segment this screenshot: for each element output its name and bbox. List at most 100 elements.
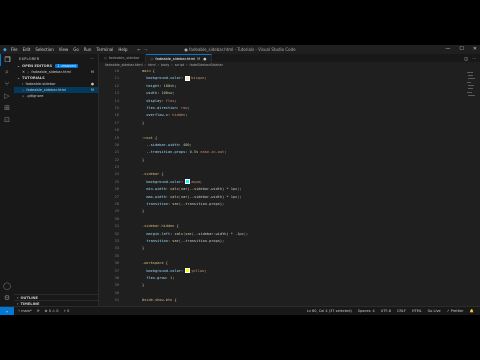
code-line[interactable]: 35 (99, 253, 480, 260)
code-token: hidden (172, 113, 186, 118)
open-editor-item[interactable]: ✕ ◇ fadeable_sidebar.html M (14, 69, 98, 75)
account-icon[interactable]: ◯ (0, 280, 14, 292)
code-line[interactable]: 22 } (99, 157, 480, 164)
tree-item-file[interactable]: ◆ .gitignore (14, 93, 98, 99)
code-line[interactable]: 34 } (99, 245, 480, 252)
code-token: background-color (146, 76, 181, 81)
sync-icon[interactable]: ⟳ (37, 309, 40, 313)
code-line[interactable]: 26 min-width: calc(var(--sidebar-width) … (99, 186, 480, 193)
encoding[interactable]: UTF-8 (381, 309, 391, 313)
folder-label: TUTORIALS (22, 76, 45, 80)
code-token: transition (146, 202, 168, 207)
ports-indicator[interactable]: ⚡ 0 (64, 309, 70, 313)
code-line[interactable]: 10 main { (99, 68, 480, 75)
settings-icon[interactable]: ⚙ (0, 292, 14, 304)
breadcrumb-item[interactable]: script (175, 63, 184, 67)
code-line[interactable]: 11 background-color: bisque; (99, 75, 480, 82)
files-icon[interactable]: ❐ (0, 54, 14, 66)
remote-icon[interactable]: ⊡ (0, 114, 14, 126)
code-line[interactable]: 38 flex-grow: 1; (99, 275, 480, 282)
code-token: 100vh (163, 83, 175, 88)
code-line[interactable]: 40 (99, 290, 480, 297)
code-line[interactable]: 28 transition: var(--transition-props); (99, 201, 480, 208)
breadcrumb-item[interactable]: fadeable_sidebar.html (105, 63, 143, 67)
split-editor-icon[interactable]: ◫ (464, 56, 468, 61)
code-line[interactable]: 36 .workspace { (99, 260, 480, 267)
code-line[interactable]: 29 } (99, 208, 480, 215)
code-token: { (174, 224, 179, 229)
code-line[interactable]: 16 overflow-x: hidden; (99, 112, 480, 119)
search-icon[interactable]: ⌕ (0, 66, 14, 78)
notifications-icon[interactable]: 🔔 (470, 309, 474, 313)
code-line[interactable]: 14 display: flex; (99, 98, 480, 105)
breadcrumb-item[interactable]: html (148, 63, 156, 67)
close-icon[interactable]: ✕ (22, 70, 25, 74)
language-mode[interactable]: HTML (412, 309, 422, 313)
code-line[interactable]: 23 (99, 164, 480, 171)
line-number: 36 (114, 261, 119, 266)
breadcrumb-separator-icon: › (144, 63, 146, 67)
branch-indicator[interactable]: ⑂ main* (18, 309, 32, 313)
tab-label: fadeable_sidebar (108, 56, 140, 60)
close-icon[interactable]: ● (203, 57, 206, 61)
end-of-line[interactable]: CRLF (397, 309, 406, 313)
tab-fadeable-sidebar[interactable]: ◇ fadeable_sidebar (99, 54, 146, 62)
code-editor[interactable]: 10 main {11 background-color: bisque; 12 … (99, 68, 480, 315)
problems-indicator[interactable]: ⊗ 0 ⚠ 0 (45, 309, 59, 313)
code-token: background-color (146, 268, 181, 273)
code-text: width: 100vw; (129, 90, 174, 97)
code-line[interactable]: 37 background-color: yellow; (99, 268, 480, 275)
more-actions-icon[interactable]: ⋯ (472, 56, 476, 61)
remote-indicator-icon[interactable]: ⌁ (0, 306, 14, 315)
code-line[interactable]: 27 max-width: calc(var(--sidebar-width) … (99, 194, 480, 201)
color-swatch[interactable] (185, 75, 191, 81)
explorer-sidebar: EXPLORER ⋯ ⌄ OPEN EDITORS 1 unsaved ✕ ◇ … (14, 54, 99, 306)
modified-indicator: M (90, 88, 94, 92)
color-swatch[interactable] (185, 179, 191, 185)
code-token: display (146, 98, 162, 103)
code-line[interactable]: 30 (99, 216, 480, 223)
prettier-status[interactable]: ✓ Prettier (447, 309, 464, 313)
minimize-button[interactable]: — (445, 46, 450, 52)
code-line[interactable]: 25 background-color: aqua; (99, 179, 480, 186)
code-line[interactable]: 17 } (99, 120, 480, 127)
minimap[interactable] (466, 68, 476, 298)
color-swatch[interactable] (185, 268, 191, 274)
line-number: 37 (114, 268, 119, 273)
line-number: 17 (114, 120, 119, 125)
code-line[interactable]: 32 margin-left: calc(var(--sidebar-width… (99, 231, 480, 238)
code-token: calc (170, 194, 179, 199)
line-number: 19 (114, 135, 119, 140)
code-line[interactable]: 41 #side-show-btn { (99, 297, 480, 304)
breadcrumb-item[interactable]: fadeSidebarSidebar (190, 63, 223, 67)
breadcrumb-item[interactable]: body (161, 63, 169, 67)
maximize-button[interactable]: ☐ (459, 46, 463, 52)
code-line[interactable]: 20 --sidebar-width: 400; (99, 142, 480, 149)
tab-fadeable-sidebar-html[interactable]: ◇ fadeable_sidebar.html M ● (145, 54, 213, 62)
close-button[interactable]: ✕ (473, 46, 477, 52)
indentation[interactable]: Spaces: 4 (358, 309, 375, 313)
code-line[interactable]: 21 --transition-props: 0.5s ease-in-out; (99, 149, 480, 156)
code-line[interactable]: 31 .sidebar.hidden { (99, 223, 480, 230)
code-line[interactable]: 15 flex-direction: row; (99, 105, 480, 112)
code-line[interactable]: 19 :root { (99, 135, 480, 142)
code-line[interactable]: 13 width: 100vw; (99, 90, 480, 97)
code-line[interactable]: 39 } (99, 282, 480, 289)
cursor-position[interactable]: Ln 60, Col 4 (37 selected) (307, 309, 352, 313)
code-token: min-width (146, 187, 166, 192)
extensions-icon[interactable]: ⊞ (0, 102, 14, 114)
source-control-icon[interactable]: ⑂ (0, 78, 14, 90)
code-line[interactable]: 24 .sidebar { (99, 171, 480, 178)
code-line[interactable]: 18 (99, 127, 480, 134)
code-token: 0.5s (189, 150, 199, 155)
run-debug-icon[interactable]: ▷ (0, 90, 14, 102)
more-actions-icon[interactable]: ⋯ (90, 57, 94, 61)
go-live-button[interactable]: Go Live (428, 309, 441, 313)
line-number: 23 (114, 165, 119, 170)
code-line[interactable]: 12 height: 100vh; (99, 83, 480, 90)
code-line[interactable]: 33 transition: var(--transition-props); (99, 238, 480, 245)
code-text: } (129, 120, 144, 127)
